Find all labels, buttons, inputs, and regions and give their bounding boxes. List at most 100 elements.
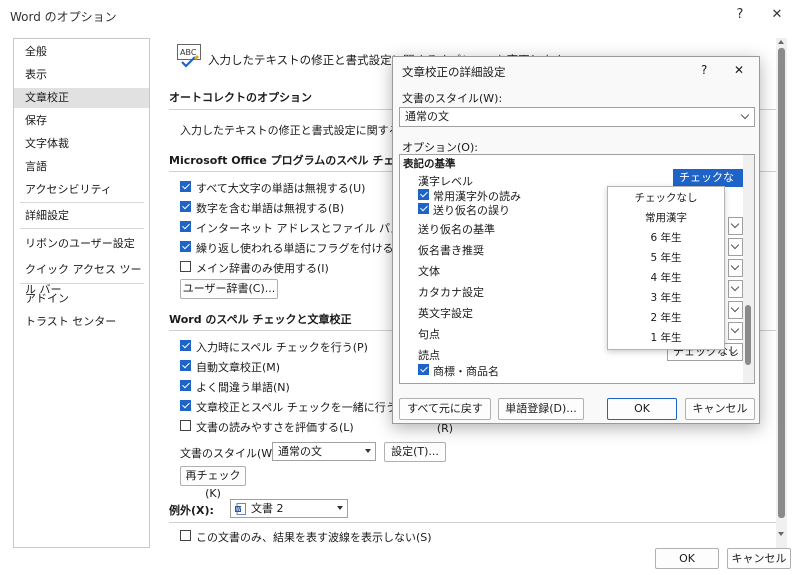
scrollbar-thumb[interactable]: [745, 305, 751, 365]
main-scrollbar[interactable]: [776, 38, 787, 548]
reset-all-button[interactable]: すべて元に戻す(R): [399, 398, 491, 435]
options-scrollbar[interactable]: [743, 155, 754, 383]
chevron-down-icon: [730, 282, 740, 292]
exceptions-label: 例外(X):: [169, 504, 214, 517]
dropdown-option[interactable]: チェックなし: [608, 189, 724, 208]
sidebar-item-addins[interactable]: アドイン: [14, 289, 149, 309]
readability-checkbox[interactable]: [180, 420, 191, 431]
dialog-options-label: オプション(O):: [402, 141, 478, 154]
sidebar-item-customize-ribbon[interactable]: リボンのユーザー設定: [14, 234, 149, 254]
kanji-level-label: 漢字レベル: [418, 175, 473, 188]
readability-label: 文書の読みやすさを評価する(L): [196, 421, 354, 434]
ignore-numbers-checkbox[interactable]: [180, 201, 191, 212]
sidebar-item-language[interactable]: 言語: [14, 157, 149, 177]
ok-button[interactable]: OK: [655, 548, 719, 569]
dialog-style-select[interactable]: 通常の文: [399, 107, 755, 127]
period-select[interactable]: [728, 322, 743, 340]
alphabet-setting-select[interactable]: [728, 301, 743, 319]
ignore-numbers-label: 数字を含む単語は無視する(B): [196, 202, 345, 215]
sidebar-item-advanced[interactable]: 詳細設定: [14, 206, 149, 226]
custom-dictionaries-button[interactable]: ユーザー辞書(C)...: [180, 279, 278, 299]
okurigana-error-checkbox[interactable]: [418, 203, 429, 214]
word-document-icon: W: [235, 503, 246, 515]
writing-style-row-select[interactable]: [728, 259, 743, 277]
chevron-down-icon: [337, 505, 343, 510]
section-rule: [169, 522, 779, 523]
dropdown-option[interactable]: 6 年生: [608, 229, 724, 248]
trademark-checkbox[interactable]: [418, 364, 429, 375]
main-dict-only-checkbox[interactable]: [180, 261, 191, 272]
autocorrect-section-title: オートコレクトのオプション: [169, 91, 312, 104]
comma-label: 読点: [418, 349, 440, 362]
sidebar-item-quick-access-toolbar[interactable]: クイック アクセス ツール バー: [14, 260, 149, 296]
non-joyo-reading-checkbox[interactable]: [418, 189, 429, 200]
dialog-help-button[interactable]: ?: [701, 63, 707, 77]
sidebar-item-accessibility[interactable]: アクセシビリティ: [14, 180, 149, 200]
dialog-ok-button[interactable]: OK: [607, 398, 677, 420]
dialog-cancel-button[interactable]: キャンセル: [685, 398, 755, 420]
exceptions-document-value: 文書 2: [251, 502, 284, 515]
dropdown-option[interactable]: 2 年生: [608, 309, 724, 328]
kana-recommendation-select[interactable]: [728, 238, 743, 256]
confused-words-checkbox[interactable]: [180, 380, 191, 391]
period-label: 句点: [418, 328, 440, 341]
chevron-down-icon: [365, 448, 371, 453]
chevron-down-icon: [730, 324, 740, 334]
main-dict-only-label: メイン辞書のみ使用する(I): [196, 262, 329, 275]
sidebar-item-typography[interactable]: 文字体裁: [14, 134, 149, 154]
chevron-down-icon: [730, 219, 740, 229]
confused-words-label: よく間違う単語(N): [196, 381, 290, 394]
katakana-setting-select[interactable]: [728, 280, 743, 298]
hide-spelling-errors-checkbox[interactable]: [180, 530, 191, 541]
cancel-button[interactable]: キャンセル: [727, 548, 791, 569]
ignore-internet-checkbox[interactable]: [180, 221, 191, 232]
recheck-button[interactable]: 再チェック(K): [180, 466, 246, 500]
help-button[interactable]: ?: [729, 4, 751, 26]
check-spelling-as-type-checkbox[interactable]: [180, 340, 191, 351]
dropdown-option[interactable]: 5 年生: [608, 249, 724, 268]
settings-button[interactable]: 設定(T)...: [384, 442, 446, 462]
writing-style-select[interactable]: 通常の文: [272, 442, 376, 461]
scroll-up-icon[interactable]: [778, 40, 784, 44]
okurigana-standard-select[interactable]: [728, 217, 743, 235]
sidebar-item-proofing[interactable]: 文章校正: [14, 88, 149, 108]
office-spell-section-title: Microsoft Office プログラムのスペル チェック: [169, 154, 417, 167]
okurigana-error-label: 送り仮名の誤り: [433, 204, 510, 217]
dropdown-option[interactable]: 4 年生: [608, 269, 724, 288]
sidebar-divider: [20, 283, 144, 284]
alphabet-setting-label: 英文字設定: [418, 307, 473, 320]
sidebar-item-general[interactable]: 全般: [14, 42, 149, 62]
grammar-with-spelling-checkbox[interactable]: [180, 400, 191, 411]
scroll-down-icon[interactable]: [778, 532, 784, 536]
auto-proofing-checkbox[interactable]: [180, 360, 191, 371]
sidebar: 全般 表示 文章校正 保存 文字体裁 言語 アクセシビリティ 詳細設定 リボンの…: [13, 38, 150, 548]
close-button[interactable]: ✕: [766, 4, 788, 26]
dialog-close-button[interactable]: ✕: [734, 63, 744, 77]
flag-repeated-checkbox[interactable]: [180, 241, 191, 252]
word-register-button[interactable]: 単語登録(D)...: [498, 398, 584, 420]
exceptions-document-select[interactable]: W 文書 2: [230, 499, 348, 518]
chevron-down-icon: [730, 261, 740, 271]
kanji-level-dropdown[interactable]: チェックなし 常用漢字 6 年生 5 年生 4 年生 3 年生 2 年生 1 年…: [607, 186, 725, 350]
kanji-level-select[interactable]: チェックなし: [673, 169, 743, 200]
sidebar-item-save[interactable]: 保存: [14, 111, 149, 131]
dropdown-option[interactable]: 1 年生: [608, 329, 724, 348]
writing-style-label: 文書のスタイル(W):: [180, 447, 281, 460]
sidebar-item-display[interactable]: 表示: [14, 65, 149, 85]
chevron-down-icon: [740, 110, 750, 120]
hide-spelling-errors-label: この文書のみ、結果を表す波線を表示しない(S): [196, 531, 432, 544]
sidebar-divider: [20, 228, 144, 229]
dropdown-option[interactable]: 3 年生: [608, 289, 724, 308]
sidebar-item-trust-center[interactable]: トラスト センター: [14, 312, 149, 332]
dropdown-option[interactable]: 常用漢字: [608, 209, 724, 228]
options-group-header: 表記の基準: [403, 158, 456, 170]
ignore-uppercase-checkbox[interactable]: [180, 181, 191, 192]
dialog-title: 文章校正の詳細設定: [402, 65, 506, 79]
katakana-setting-label: カタカナ設定: [418, 286, 484, 299]
abc-check-icon: ABC: [177, 44, 203, 68]
grammar-with-spelling-label: 文章校正とスペル チェックを一緒に行う(H): [196, 401, 414, 414]
svg-text:ABC: ABC: [180, 48, 197, 57]
dialog-style-label: 文書のスタイル(W):: [402, 92, 503, 105]
scrollbar-thumb[interactable]: [778, 48, 785, 518]
kana-recommendation-label: 仮名書き推奨: [418, 244, 484, 257]
